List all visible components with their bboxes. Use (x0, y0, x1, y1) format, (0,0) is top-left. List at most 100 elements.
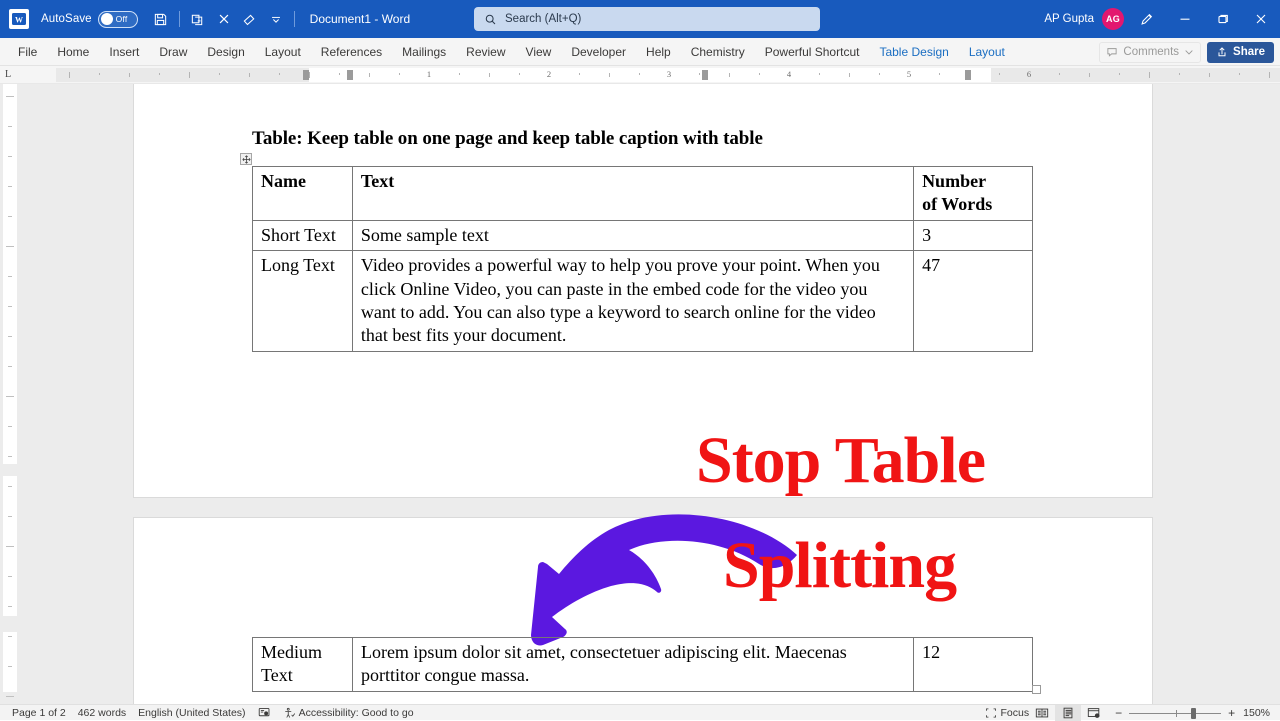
ruler-tick (759, 73, 760, 75)
focus-button[interactable]: Focus (985, 707, 1029, 719)
vertical-ruler[interactable] (0, 84, 20, 704)
table-cell[interactable]: Medium Text (252, 637, 353, 692)
table-row[interactable]: Short Text Some sample text 3 (252, 219, 1033, 252)
quick-access-toolbar (148, 6, 300, 32)
ruler-tick (249, 73, 250, 77)
table-cell[interactable]: Short Text (252, 219, 353, 252)
tab-file[interactable]: File (8, 38, 47, 66)
language-indicator[interactable]: English (United States) (138, 707, 245, 719)
zoom-midpoint (1176, 709, 1178, 717)
table-header-cell[interactable]: Name (252, 166, 353, 221)
search-input[interactable]: Search (Alt+Q) (474, 7, 820, 31)
save-button[interactable] (148, 6, 174, 32)
close-document-button[interactable] (211, 6, 237, 32)
tab-developer[interactable]: Developer (561, 38, 636, 66)
tab-draw[interactable]: Draw (149, 38, 197, 66)
share-label: Share (1233, 46, 1265, 58)
ruler-inch-tick (1149, 72, 1150, 78)
close-window-button[interactable] (1242, 0, 1280, 38)
user-name: AP Gupta (1044, 13, 1094, 25)
ruler-tick (219, 73, 220, 75)
vruler-tick (8, 516, 12, 517)
table-header-cell[interactable]: Number of Words (913, 166, 1033, 221)
zoom-knob[interactable] (1191, 707, 1197, 719)
restore-button[interactable] (1204, 0, 1242, 38)
tab-mailings[interactable]: Mailings (392, 38, 456, 66)
proofing-icon[interactable] (258, 706, 271, 719)
read-mode-button[interactable] (1029, 705, 1055, 721)
document-table-1[interactable]: Name Text Number of Words Short Text Some sam… (252, 166, 1033, 352)
table-row[interactable]: Long Text Video provides a powerful way t… (252, 250, 1033, 352)
table-move-handle-icon[interactable] (240, 153, 252, 165)
tab-references[interactable]: References (311, 38, 392, 66)
cell-line: Name (261, 171, 306, 191)
vruler-tick (6, 96, 14, 97)
cell-line: Number (922, 171, 987, 191)
autosave-toggle[interactable]: Off (97, 10, 138, 28)
table-cell[interactable]: 3 (913, 219, 1033, 252)
customize-qat-button[interactable] (263, 6, 289, 32)
table-cell[interactable]: Some sample text (351, 219, 915, 252)
right-indent-marker[interactable] (965, 70, 971, 80)
first-line-indent-marker[interactable] (347, 70, 353, 80)
ruler-tick (129, 73, 130, 77)
accessibility-status[interactable]: Accessibility: Good to go (283, 707, 414, 719)
comments-label: Comments (1123, 46, 1180, 58)
ruler-tick (369, 73, 370, 77)
zoom-level[interactable]: 150% (1243, 707, 1270, 719)
web-layout-button[interactable] (1081, 705, 1107, 721)
print-layout-button[interactable] (1055, 705, 1082, 721)
minimize-button[interactable] (1166, 0, 1204, 38)
tab-insert[interactable]: Insert (99, 38, 149, 66)
cell-line: Text (360, 171, 395, 191)
ruler-number: 3 (666, 69, 672, 79)
tab-view[interactable]: View (516, 38, 562, 66)
tab-layout[interactable]: Layout (255, 38, 311, 66)
tab-review[interactable]: Review (456, 38, 515, 66)
table-header-cell[interactable]: Text (351, 166, 915, 221)
left-indent-marker[interactable] (303, 70, 309, 80)
horizontal-ruler[interactable]: L 1 2 3 4 5 6 (0, 66, 1280, 84)
eraser-button[interactable] (237, 6, 263, 32)
vruler-page1-area (3, 84, 17, 464)
zoom-slider[interactable]: − + (1115, 707, 1235, 719)
tab-help[interactable]: Help (636, 38, 681, 66)
tab-table-design-contextual[interactable]: Table Design (869, 38, 958, 66)
share-icon (1218, 47, 1226, 57)
page-indicator[interactable]: Page 1 of 2 (12, 707, 66, 719)
ruler-tick (1089, 73, 1090, 77)
tab-design[interactable]: Design (197, 38, 254, 66)
table-resize-handle[interactable] (1032, 685, 1041, 694)
ruler-text-area (309, 68, 991, 82)
zoom-out-button[interactable]: − (1115, 707, 1122, 719)
word-count[interactable]: 462 words (78, 707, 126, 719)
table-cell[interactable]: Video provides a powerful way to help yo… (351, 250, 915, 352)
document-table-2[interactable]: Medium Text Lorem ipsum dolor sit amet, c… (252, 637, 1033, 692)
tab-home[interactable]: Home (47, 38, 99, 66)
table-cell[interactable]: 12 (913, 637, 1033, 692)
zoom-in-button[interactable]: + (1228, 707, 1235, 719)
pen-icon[interactable] (1128, 0, 1166, 38)
table-row[interactable]: Medium Text Lorem ipsum dolor sit amet, c… (252, 637, 1033, 692)
ruler-tick (609, 73, 610, 77)
table-cell[interactable]: 47 (913, 250, 1033, 352)
compare-button[interactable] (185, 6, 211, 32)
word-logo-icon[interactable]: W (9, 9, 29, 29)
table-cell[interactable]: Lorem ipsum dolor sit amet, consectetuer… (351, 637, 915, 692)
tab-stop-selector[interactable]: L (5, 69, 11, 80)
table-cell[interactable]: Long Text (252, 250, 353, 352)
zoom-track[interactable] (1129, 707, 1222, 719)
page-title: Table: Keep table on one page and keep t… (252, 128, 763, 149)
search-icon (485, 14, 496, 24)
tab-layout-contextual[interactable]: Layout (959, 38, 1015, 66)
ruler-tick (159, 73, 160, 75)
autosave-toggle-knob (100, 13, 113, 25)
tab-powerful-shortcut[interactable]: Powerful Shortcut (755, 38, 870, 66)
vruler-tick (8, 576, 12, 577)
right-indent-marker-a[interactable] (702, 70, 708, 80)
tab-chemistry[interactable]: Chemistry (681, 38, 755, 66)
share-button[interactable]: Share (1207, 41, 1274, 63)
ruler-tick (879, 73, 880, 75)
avatar[interactable]: AG (1102, 8, 1124, 30)
comments-button[interactable]: Comments (1099, 41, 1202, 63)
